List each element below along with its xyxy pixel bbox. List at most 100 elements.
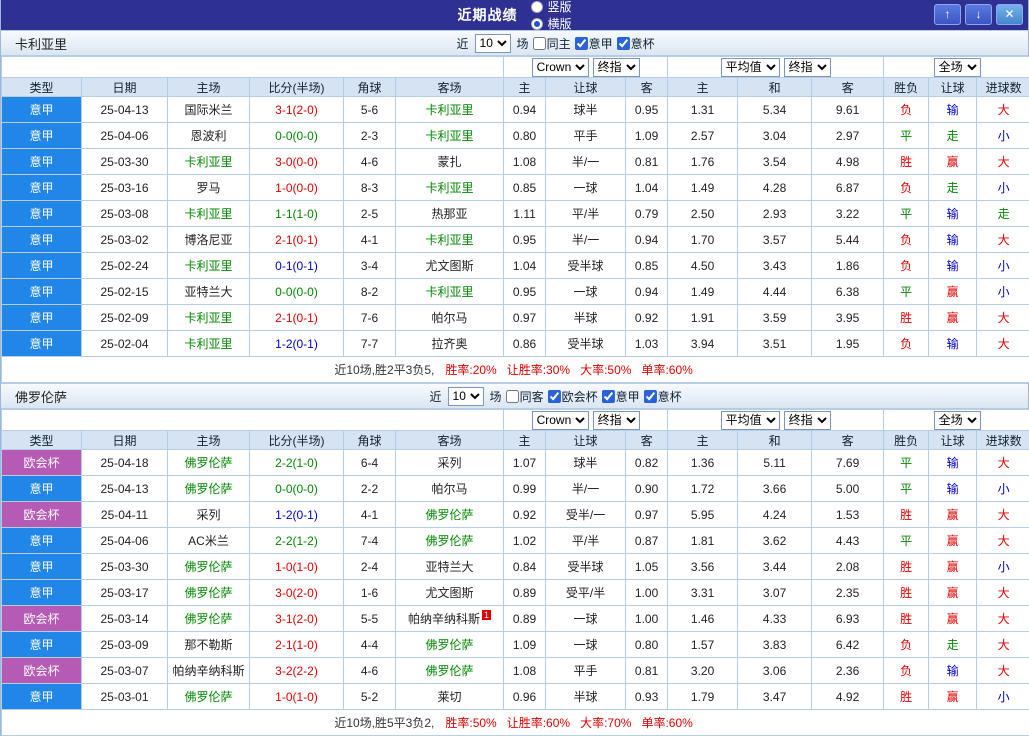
away-team-cell[interactable]: 卡利亚里 [396,279,504,305]
away-team-cell[interactable]: 卡利亚里 [396,97,504,123]
same-away-checkbox-input[interactable] [506,390,519,403]
asian-odds-source-select[interactable]: Crown [532,411,589,430]
score-cell[interactable]: 0-1(0-1) [250,253,344,279]
home-team-cell[interactable]: 佛罗伦萨 [168,450,250,476]
score-cell[interactable]: 2-2(1-0) [250,450,344,476]
ah-line: 受半球 [546,253,626,279]
home-team-cell[interactable]: 采列 [168,502,250,528]
away-team-cell[interactable]: 尤文图斯 [396,580,504,606]
home-team-cell[interactable]: 卡利亚里 [168,149,250,175]
away-team-cell[interactable]: 卡利亚里 [396,123,504,149]
italy-cup-checkbox[interactable]: 意杯 [617,35,655,52]
score-cell[interactable]: 0-0(0-0) [250,476,344,502]
score-cell[interactable]: 1-0(1-0) [250,684,344,710]
score-cell[interactable]: 1-2(0-1) [250,502,344,528]
same-home-checkbox-input[interactable] [533,37,546,50]
match-row: 意甲25-04-06恩波利0-0(0-0)2-3卡利亚里0.80平手1.092.… [2,123,1029,149]
handicap-result-cell: 输 [929,476,977,502]
home-team-cell[interactable]: 那不勒斯 [168,632,250,658]
away-team-cell[interactable]: 佛罗伦萨 [396,528,504,554]
away-team-cell[interactable]: 卡利亚里 [396,227,504,253]
away-team-cell[interactable]: 佛罗伦萨 [396,658,504,684]
score-cell[interactable]: 1-0(1-0) [250,554,344,580]
score-cell[interactable]: 3-1(2-0) [250,606,344,632]
score-cell[interactable]: 0-0(0-0) [250,123,344,149]
serie-a-checkbox-input[interactable] [602,390,615,403]
match-count-select[interactable]: 10 [448,387,484,406]
column-header-row: 类型日期主场比分(半场)角球客场主让球客主和客胜负让球进球数 [2,431,1029,450]
eu-away-odds: 6.38 [812,279,884,305]
radio-icon[interactable] [531,18,543,30]
home-team-cell[interactable]: 国际米兰 [168,97,250,123]
home-team-cell[interactable]: 佛罗伦萨 [168,476,250,502]
home-team-cell[interactable]: 佛罗伦萨 [168,684,250,710]
away-team-cell[interactable]: 帕尔马 [396,305,504,331]
corners-cell: 7-7 [344,331,396,357]
euro-odds-source-select[interactable]: 平均值 [721,411,780,430]
serie-a-checkbox-input[interactable] [575,37,588,50]
same-away-checkbox[interactable]: 同客 [506,388,544,405]
conference-league-checkbox-input[interactable] [548,390,561,403]
conference-league-checkbox[interactable]: 欧会杯 [548,388,598,405]
euro-odds-time-select[interactable]: 终指 [784,58,831,77]
score-cell[interactable]: 1-2(0-1) [250,331,344,357]
same-home-checkbox[interactable]: 同主 [533,35,571,52]
match-scope-select[interactable]: 全场 [934,411,981,430]
score-cell[interactable]: 0-0(0-0) [250,279,344,305]
away-team-cell[interactable]: 帕尔马 [396,476,504,502]
score-cell[interactable]: 3-0(0-0) [250,149,344,175]
away-team-cell[interactable]: 拉齐奥 [396,331,504,357]
serie-a-checkbox[interactable]: 意甲 [575,35,613,52]
home-team-cell[interactable]: 卡利亚里 [168,253,250,279]
away-team-cell[interactable]: 帕纳辛纳科斯1 [396,606,504,632]
italy-cup-checkbox[interactable]: 意杯 [644,388,682,405]
score-cell[interactable]: 1-1(1-0) [250,201,344,227]
layout-vertical-radio[interactable]: 竖版 [531,0,571,15]
score-cell[interactable]: 2-1(1-0) [250,632,344,658]
home-team-cell[interactable]: 帕纳辛纳科斯 [168,658,250,684]
away-team-cell[interactable]: 莱切 [396,684,504,710]
home-team-cell[interactable]: 亚特兰大 [168,279,250,305]
score-cell[interactable]: 3-2(2-2) [250,658,344,684]
score-cell[interactable]: 2-2(1-2) [250,528,344,554]
match-count-select[interactable]: 10 [475,34,511,53]
radio-icon[interactable] [531,1,543,13]
away-team-cell[interactable]: 尤文图斯 [396,253,504,279]
away-team-cell[interactable]: 亚特兰大 [396,554,504,580]
asian-odds-time-select[interactable]: 终指 [593,58,640,77]
away-team-cell[interactable]: 佛罗伦萨 [396,502,504,528]
score-cell[interactable]: 1-0(0-0) [250,175,344,201]
home-team-cell[interactable]: 佛罗伦萨 [168,580,250,606]
home-team-cell[interactable]: AC米兰 [168,528,250,554]
asian-odds-time-select[interactable]: 终指 [593,411,640,430]
euro-odds-time-select[interactable]: 终指 [784,411,831,430]
eu-away-odds: 7.69 [812,450,884,476]
home-team-cell[interactable]: 罗马 [168,175,250,201]
score-cell[interactable]: 2-1(0-1) [250,227,344,253]
score-cell[interactable]: 2-1(0-1) [250,305,344,331]
home-team-cell[interactable]: 卡利亚里 [168,201,250,227]
match-scope-select[interactable]: 全场 [934,58,981,77]
home-team-cell[interactable]: 佛罗伦萨 [168,606,250,632]
home-team-cell[interactable]: 卡利亚里 [168,305,250,331]
italy-cup-checkbox-input[interactable] [644,390,657,403]
move-down-button[interactable]: ↓ [965,4,992,25]
away-team-cell[interactable]: 热那亚 [396,201,504,227]
euro-odds-source-select[interactable]: 平均值 [721,58,780,77]
move-up-button[interactable]: ↑ [934,4,961,25]
serie-a-checkbox[interactable]: 意甲 [602,388,640,405]
away-team-cell[interactable]: 采列 [396,450,504,476]
italy-cup-checkbox-input[interactable] [617,37,630,50]
close-button[interactable]: ✕ [996,4,1023,25]
away-team-cell[interactable]: 卡利亚里 [396,175,504,201]
home-team-cell[interactable]: 佛罗伦萨 [168,554,250,580]
away-team-cell[interactable]: 佛罗伦萨 [396,632,504,658]
home-team-cell[interactable]: 恩波利 [168,123,250,149]
home-team-cell[interactable]: 卡利亚里 [168,331,250,357]
score-cell[interactable]: 3-1(2-0) [250,97,344,123]
ah-home-odds: 0.94 [504,97,546,123]
asian-odds-source-select[interactable]: Crown [532,58,589,77]
score-cell[interactable]: 3-0(2-0) [250,580,344,606]
home-team-cell[interactable]: 博洛尼亚 [168,227,250,253]
away-team-cell[interactable]: 蒙扎 [396,149,504,175]
